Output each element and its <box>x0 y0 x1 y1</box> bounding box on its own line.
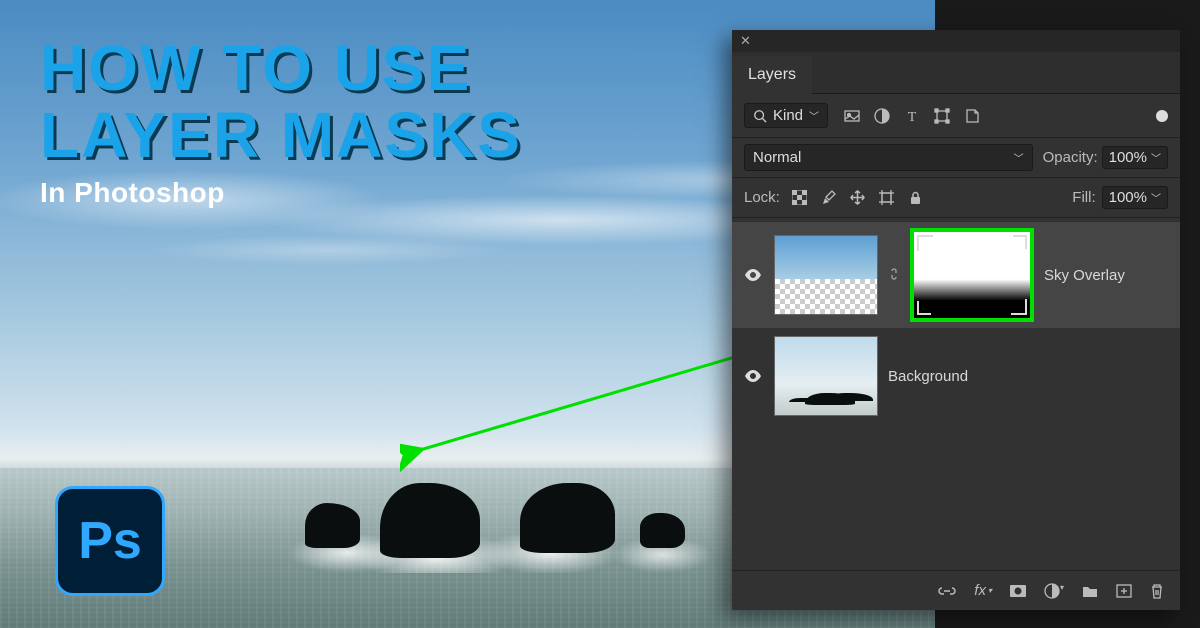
add-mask-icon[interactable] <box>1010 584 1026 598</box>
panel-footer: fx▾ ▾ <box>732 570 1180 610</box>
opacity-value: 100% <box>1109 149 1147 166</box>
filter-smartobject-icon[interactable] <box>964 108 980 124</box>
lock-label: Lock: <box>744 189 780 206</box>
tab-layers[interactable]: Layers <box>732 56 812 94</box>
link-layers-icon[interactable] <box>938 584 956 598</box>
filter-shape-icon[interactable] <box>934 108 950 124</box>
new-group-icon[interactable] <box>1082 584 1098 598</box>
blend-row: Normal ﹀ Opacity: 100% ﹀ <box>732 138 1180 178</box>
title-block: HOW TO USE LAYER MASKS In Photoshop <box>40 35 522 209</box>
layers-panel: ✕ Layers Kind ﹀ T Normal ﹀ Opacity: 100%… <box>732 30 1180 610</box>
filter-pixel-icon[interactable] <box>844 108 860 124</box>
new-layer-icon[interactable] <box>1116 584 1132 598</box>
panel-topbar: ✕ <box>732 30 1180 52</box>
layer-mask-thumbnail[interactable] <box>910 228 1034 322</box>
kind-label: Kind <box>773 107 803 124</box>
lock-pixels-icon[interactable] <box>821 190 836 205</box>
lock-row: Lock: Fill: 100% ﹀ <box>732 178 1180 218</box>
filter-adjustment-icon[interactable] <box>874 108 890 124</box>
lock-artboard-icon[interactable] <box>879 190 894 205</box>
new-adjustment-icon[interactable]: ▾ <box>1044 583 1064 599</box>
chevron-down-icon: ﹀ <box>1151 190 1161 205</box>
close-icon[interactable]: ✕ <box>740 33 751 49</box>
lock-all-icon[interactable] <box>908 190 923 205</box>
rock-decoration <box>305 503 360 548</box>
lock-icons <box>792 190 923 205</box>
rock-decoration <box>520 483 615 553</box>
kind-select[interactable]: Kind ﹀ <box>744 103 828 128</box>
smartobject-badge-icon: ▧ <box>859 296 875 312</box>
layer-name-label[interactable]: Sky Overlay <box>1044 267 1125 284</box>
chevron-down-icon: ﹀ <box>809 108 819 123</box>
opacity-input[interactable]: 100% ﹀ <box>1102 146 1168 169</box>
chevron-down-icon: ﹀ <box>1151 150 1161 165</box>
filter-toggle[interactable] <box>1156 110 1168 122</box>
blend-mode-select[interactable]: Normal ﹀ <box>744 144 1033 171</box>
filter-type-icon[interactable]: T <box>904 108 920 124</box>
rock-decoration <box>380 483 480 558</box>
blend-mode-value: Normal <box>753 149 801 166</box>
title-line-2: LAYER MASKS <box>40 102 522 169</box>
visibility-toggle[interactable] <box>742 269 764 281</box>
layer-list: ▧ Sky Overlay Background <box>732 218 1180 424</box>
opacity-group: Opacity: 100% ﹀ <box>1043 146 1168 169</box>
fill-group: Fill: 100% ﹀ <box>1072 186 1168 209</box>
layer-row-sky-overlay[interactable]: ▧ Sky Overlay <box>732 222 1180 328</box>
layer-thumbnail[interactable]: ▧ <box>774 235 878 315</box>
layer-style-button[interactable]: fx▾ <box>974 582 992 599</box>
opacity-label: Opacity: <box>1043 149 1098 166</box>
svg-text:T: T <box>908 110 917 124</box>
filter-icons: T <box>844 108 980 124</box>
mask-link-icon[interactable] <box>888 267 900 284</box>
lock-transparency-icon[interactable] <box>792 190 807 205</box>
visibility-toggle[interactable] <box>742 370 764 382</box>
layer-row-background[interactable]: Background <box>732 328 1180 424</box>
chevron-down-icon: ﹀ <box>1014 150 1024 165</box>
delete-layer-icon[interactable] <box>1150 583 1164 599</box>
photoshop-logo: Ps <box>55 486 165 596</box>
search-icon <box>753 109 767 123</box>
photoshop-logo-text: Ps <box>78 511 142 571</box>
lock-position-icon[interactable] <box>850 190 865 205</box>
fill-value: 100% <box>1109 189 1147 206</box>
layer-name-label[interactable]: Background <box>888 368 968 385</box>
title-line-1: HOW TO USE <box>40 35 522 102</box>
fill-input[interactable]: 100% ﹀ <box>1102 186 1168 209</box>
layer-thumbnail[interactable] <box>774 336 878 416</box>
rock-decoration <box>640 513 685 548</box>
subtitle: In Photoshop <box>40 177 522 209</box>
fill-label: Fill: <box>1072 189 1095 206</box>
filter-row: Kind ﹀ T <box>732 94 1180 138</box>
panel-tabbar: Layers <box>732 52 1180 94</box>
